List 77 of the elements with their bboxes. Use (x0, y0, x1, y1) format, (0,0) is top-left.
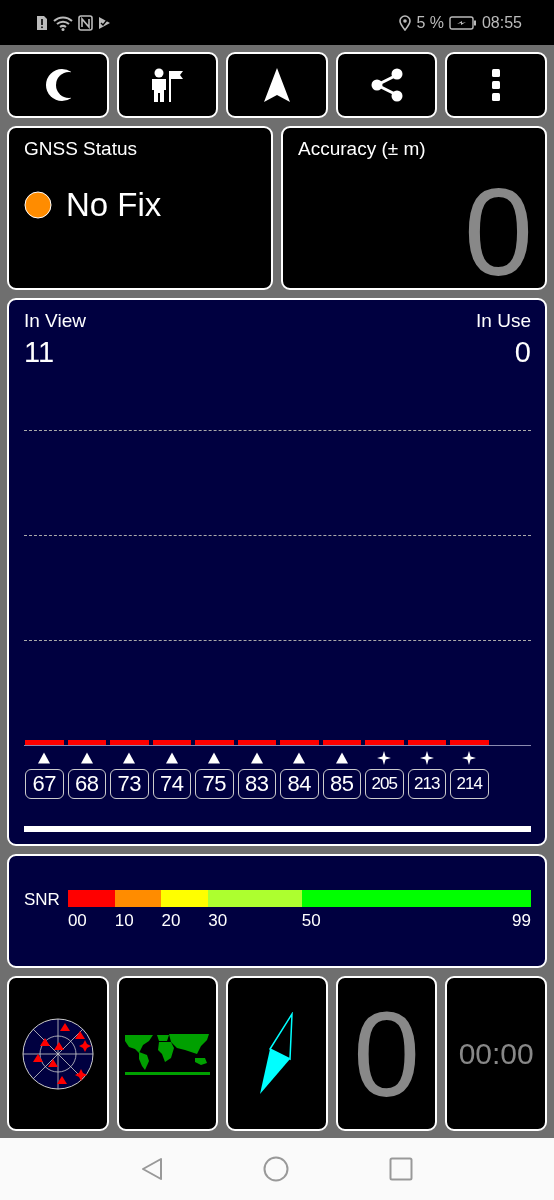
in-view-label: In View (24, 310, 86, 333)
speed-tile[interactable]: 0 (335, 976, 438, 1132)
signal-bar (195, 739, 234, 745)
satellite-id: 83 (237, 768, 276, 799)
in-view-count: 11 (24, 336, 55, 370)
satellite-id: 67 (25, 768, 64, 799)
satellite-id: 213 (407, 768, 446, 799)
accuracy-value: 0 (464, 170, 533, 295)
person-flag-button[interactable] (116, 52, 219, 119)
card-title: GNSS Status (24, 138, 138, 161)
speed-value: 0 (353, 993, 420, 1114)
in-use-count: 0 (514, 336, 531, 370)
scale-label: 50 (301, 911, 321, 931)
share-icon (369, 68, 404, 103)
signal-bar (365, 739, 404, 745)
scale-label: 10 (114, 911, 134, 931)
menu-button[interactable] (445, 52, 547, 119)
night-mode-button[interactable] (7, 52, 109, 119)
signal-bar (407, 739, 446, 745)
triangle-icon (38, 750, 51, 765)
star-icon (462, 750, 477, 765)
moon-icon (44, 68, 71, 103)
in-use-label: In Use (476, 310, 531, 333)
status-dot-icon (24, 191, 52, 220)
battery-charging-icon (448, 15, 477, 30)
location-icon (399, 14, 412, 31)
world-map-tile[interactable] (116, 976, 219, 1132)
navigation-arrow-icon (263, 67, 291, 104)
timer-tile[interactable]: 00:00 (445, 976, 547, 1132)
scale-label: 00 (67, 911, 87, 931)
star-icon (419, 750, 434, 765)
signal-bar (110, 739, 149, 745)
signal-bar (450, 739, 489, 745)
navigate-button[interactable] (226, 52, 328, 119)
triangle-icon (293, 750, 306, 765)
clock-time: 08:55 (481, 13, 522, 32)
home-icon[interactable] (263, 1156, 289, 1183)
wifi-icon (53, 14, 73, 31)
triangle-icon (80, 750, 93, 765)
person-flag-icon (149, 67, 186, 104)
signal-bar (280, 739, 319, 745)
back-icon[interactable] (141, 1157, 163, 1182)
triangle-icon (208, 750, 221, 765)
signal-bar (25, 739, 64, 745)
satellite-id: 85 (322, 768, 361, 799)
timer-value: 00:00 (458, 1036, 534, 1071)
triangle-icon (165, 750, 178, 765)
sky-plot-tile[interactable] (7, 976, 109, 1132)
scale-label: 99 (512, 911, 531, 932)
satellite-id: 214 (450, 768, 489, 799)
fix-status: No Fix (66, 186, 162, 225)
compass-tile[interactable] (226, 976, 328, 1132)
satellite-id: 68 (67, 768, 106, 799)
more-options-icon (492, 69, 501, 102)
satellite-id: 75 (195, 768, 234, 799)
star-icon (377, 750, 392, 765)
recents-icon[interactable] (389, 1157, 413, 1182)
satellite-id: 73 (110, 768, 149, 799)
triangle-icon (123, 750, 136, 765)
satellite-id: 74 (152, 768, 191, 799)
snr-label: SNR (24, 890, 60, 911)
share-button[interactable] (335, 52, 438, 119)
triangle-icon (335, 750, 348, 765)
battery-percent: 5 % (416, 13, 444, 32)
sim-alert-icon (36, 14, 48, 31)
signal-bar (67, 739, 106, 745)
scale-label: 20 (161, 911, 181, 931)
card-title: Accuracy (± m) (298, 138, 427, 161)
check-flag-icon (98, 15, 111, 30)
satellite-id: 84 (280, 768, 319, 799)
signal-bar (322, 739, 361, 745)
scale-label: 30 (208, 911, 228, 931)
signal-bar (152, 739, 191, 745)
nfc-icon (78, 14, 93, 31)
signal-bar (237, 739, 276, 745)
satellite-id: 205 (365, 768, 404, 799)
triangle-icon (250, 750, 263, 765)
